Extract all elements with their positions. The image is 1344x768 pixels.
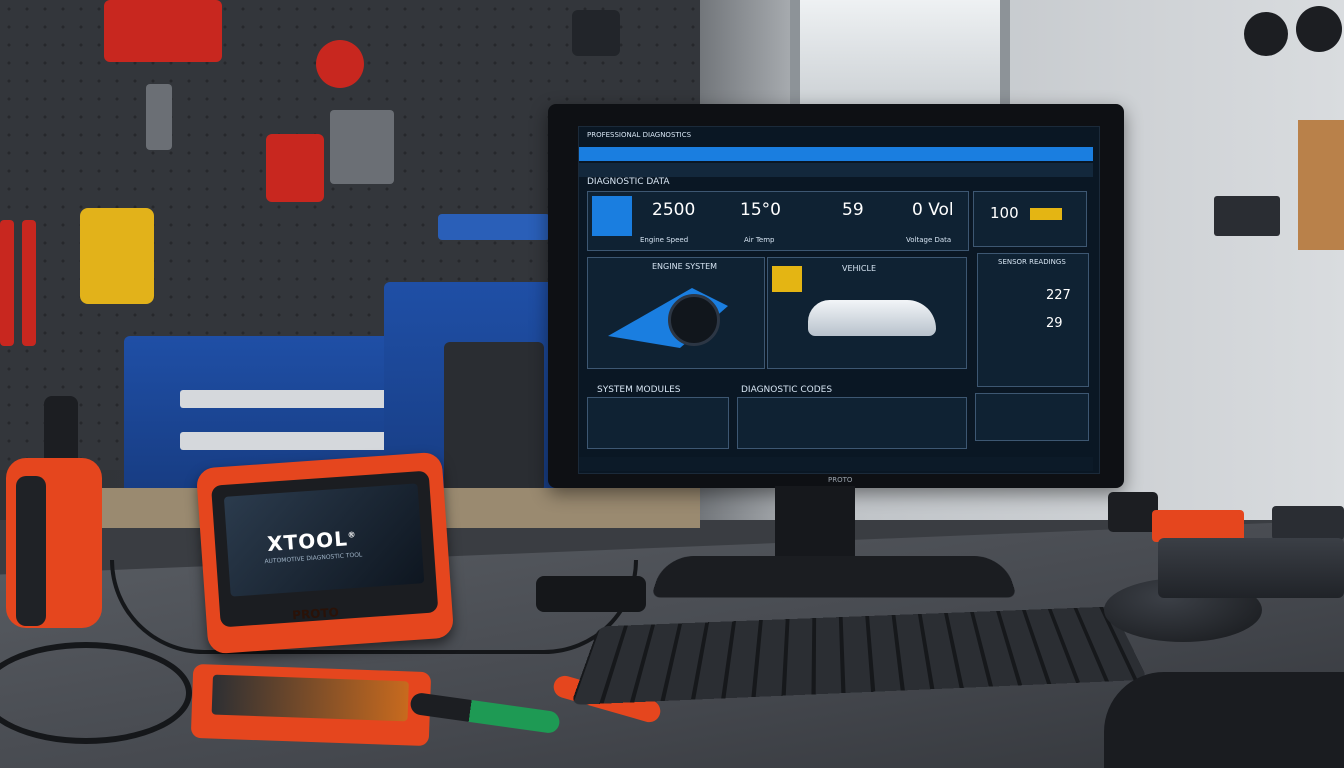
wall-socket-device: [1214, 196, 1280, 236]
modules-panel: [587, 397, 729, 449]
section-title: DIAGNOSTIC DATA: [587, 177, 670, 187]
blue-tool-tray: [438, 214, 550, 240]
readings-panel-title: SENSOR READINGS: [998, 258, 1066, 266]
orange-tablet-screen: [212, 675, 409, 722]
chest-door: [444, 342, 544, 492]
monitor-brand: PROTO: [828, 476, 852, 484]
gauge-value-3: 59: [842, 200, 864, 220]
power-adapter: [1108, 492, 1158, 532]
screwdriver-handle: [0, 220, 14, 346]
engine-panel: ENGINE SYSTEM: [587, 257, 765, 369]
window: [790, 0, 1010, 115]
status-panel: 100: [973, 191, 1087, 247]
gauge-label-1: Engine Speed: [640, 236, 688, 244]
hanging-headphone: [1244, 12, 1288, 56]
orange-tablet: [191, 664, 431, 746]
gauge-value-4: 0 Vol: [912, 200, 954, 220]
reading-value-1: 227: [1046, 288, 1071, 303]
warning-badge: [1030, 208, 1062, 220]
app-title: PROFESSIONAL DIAGNOSTICS: [587, 131, 691, 139]
device-box: [1272, 506, 1344, 540]
xtool-logo: XTOOL®: [266, 526, 357, 556]
gauge-value-1: 2500: [652, 200, 695, 220]
bottom-mid-title: DIAGNOSTIC CODES: [741, 385, 832, 395]
red-gauge: [316, 40, 364, 88]
gauge-icon: [592, 196, 632, 236]
monitor-stand: [775, 486, 855, 566]
handheld-scanner: [4, 396, 102, 630]
xtool-diagnostic-tablet: XTOOL® AUTOMOTIVE DIAGNOSTIC TOOL PROTO: [196, 452, 454, 655]
hanging-clamp: [330, 110, 394, 184]
reading-value-2: 29: [1046, 316, 1063, 331]
red-tool-case: [104, 0, 222, 62]
red-multimeter: [266, 134, 324, 202]
gauge-value-5: 100: [990, 204, 1019, 222]
codes-panel: [737, 397, 967, 449]
hanging-tool: [146, 84, 172, 150]
status-bar: [579, 457, 1093, 471]
tab-bar[interactable]: [579, 163, 1093, 177]
tablet-bezel: XTOOL® AUTOMOTIVE DIAGNOSTIC TOOL: [211, 471, 438, 628]
monitor-base: [651, 556, 1018, 598]
wrench-handle: [22, 220, 36, 346]
monitor-screen: PROFESSIONAL DIAGNOSTICS DIAGNOSTIC DATA…: [578, 126, 1100, 474]
gauge-label-4: Voltage Data: [906, 236, 951, 244]
engine-panel-title: ENGINE SYSTEM: [652, 262, 717, 271]
car-image: [808, 300, 936, 336]
tablet-screen: XTOOL® AUTOMOTIVE DIAGNOSTIC TOOL: [224, 483, 425, 596]
gauge-label-2: Air Temp: [744, 236, 775, 244]
turbo-icon: [668, 294, 720, 346]
bottom-left-title: SYSTEM MODULES: [597, 385, 681, 395]
logo-mark: ®: [347, 530, 357, 540]
gauge-panel: 2500 Engine Speed 15°0 Air Temp 59 0 Vol…: [587, 191, 969, 251]
logo-text: XTOOL: [266, 526, 348, 556]
vehicle-panel: VEHICLE: [767, 257, 967, 369]
vehicle-icon: [772, 266, 802, 292]
chair-back: [1104, 672, 1344, 768]
scanner-grip: [16, 476, 46, 626]
cork-board: [1298, 120, 1344, 250]
gauge-value-2: 15°0: [740, 200, 781, 220]
menu-bar[interactable]: [579, 147, 1093, 161]
yellow-multimeter: [80, 208, 154, 304]
extra-panel: [975, 393, 1089, 441]
brand-plate: PROTO: [292, 605, 339, 622]
readings-panel: SENSOR READINGS 227 29: [977, 253, 1089, 387]
vehicle-panel-title: VEHICLE: [842, 264, 876, 273]
meter-box: [572, 10, 620, 56]
scanner-probe: [44, 396, 78, 462]
hanging-headphone: [1296, 6, 1342, 52]
interface-box: [1158, 538, 1344, 598]
obd-connector: [536, 576, 646, 612]
